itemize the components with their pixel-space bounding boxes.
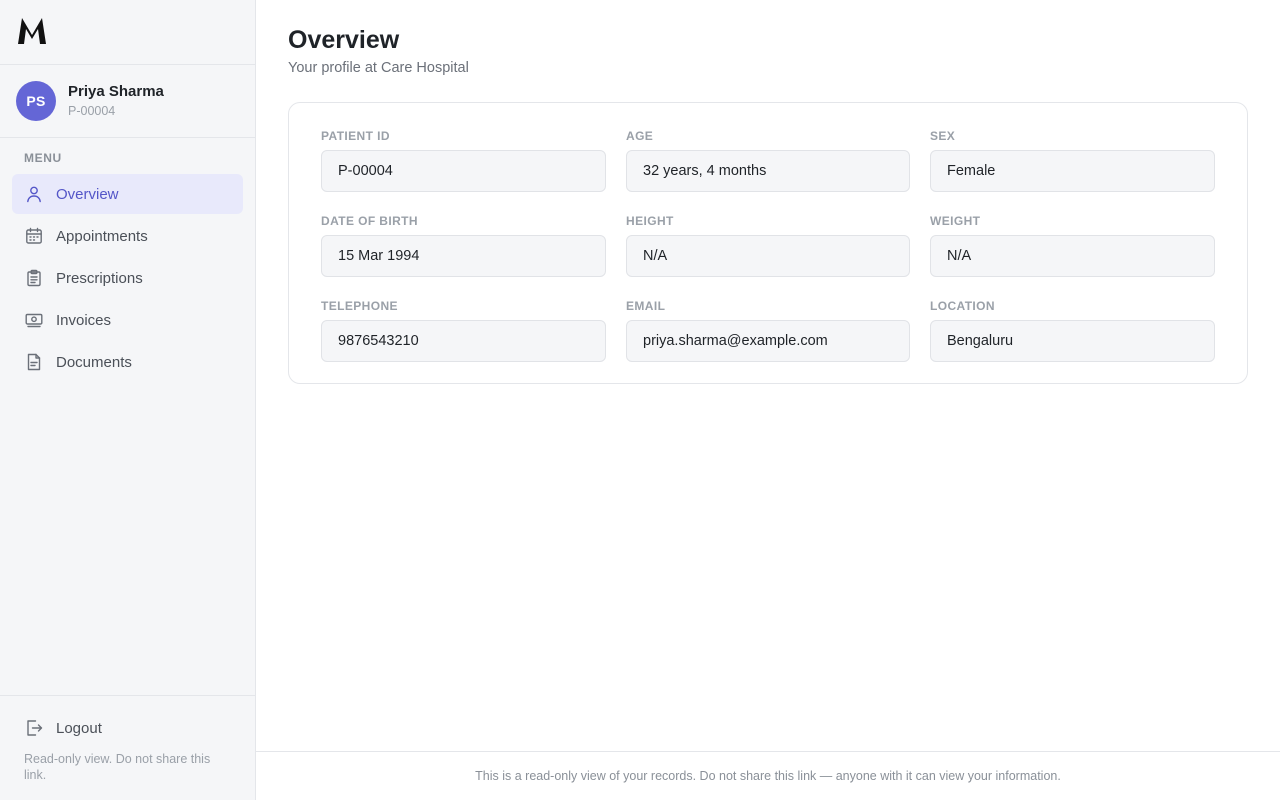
sidebar-footer: Logout Read-only view. Do not share this… xyxy=(0,695,255,800)
banknote-icon xyxy=(24,310,44,330)
age-value: 32 years, 4 months xyxy=(626,150,910,192)
field-weight: WEIGHT N/A xyxy=(930,212,1215,277)
field-label: AGE xyxy=(626,129,654,143)
sidebar-item-documents[interactable]: Documents xyxy=(12,342,243,382)
weight-value: N/A xyxy=(930,235,1215,277)
footer-notice: This is a read-only view of your records… xyxy=(256,751,1280,800)
sidebar-item-appointments[interactable]: Appointments xyxy=(12,216,243,256)
sidebar-item-overview[interactable]: Overview xyxy=(12,174,243,214)
field-patient-id: PATIENT ID P-00004 xyxy=(321,127,606,192)
sidebar-item-invoices[interactable]: Invoices xyxy=(12,300,243,340)
brand-m-logo-icon xyxy=(18,18,46,44)
clipboard-icon xyxy=(24,268,44,288)
sidebar-item-label: Documents xyxy=(56,353,132,371)
avatar: PS xyxy=(16,81,56,121)
sidebar-item-prescriptions[interactable]: Prescriptions xyxy=(12,258,243,298)
telephone-value: 9876543210 xyxy=(321,320,606,362)
field-label: DATE OF BIRTH xyxy=(321,214,418,228)
sidebar-note: Read-only view. Do not share this link. xyxy=(24,752,211,782)
user-profile: PS Priya Sharma P-00004 xyxy=(0,65,255,138)
field-label: WEIGHT xyxy=(930,214,981,228)
sidebar-item-label: Invoices xyxy=(56,311,112,329)
field-label: TELEPHONE xyxy=(321,299,398,313)
menu-label: MENU xyxy=(24,151,62,165)
user-name: Priya Sharma xyxy=(68,82,164,100)
field-email: EMAIL priya.sharma@example.com xyxy=(626,297,910,362)
email-value: priya.sharma@example.com xyxy=(626,320,910,362)
sidebar-item-label: Prescriptions xyxy=(56,269,143,287)
logout-icon xyxy=(24,718,44,738)
profile-fields: PATIENT ID P-00004 AGE 32 years, 4 month… xyxy=(321,127,1215,362)
page-subtitle: Your profile at Care Hospital xyxy=(288,60,469,76)
field-label: EMAIL xyxy=(626,299,666,313)
logo[interactable] xyxy=(0,0,255,65)
patient-id-value: P-00004 xyxy=(321,150,606,192)
user-icon xyxy=(24,184,44,204)
profile-card: PATIENT ID P-00004 AGE 32 years, 4 month… xyxy=(288,102,1248,384)
field-age: AGE 32 years, 4 months xyxy=(626,127,910,192)
field-date-of-birth: DATE OF BIRTH 15 Mar 1994 xyxy=(321,212,606,277)
calendar-icon xyxy=(24,226,44,246)
user-info: Priya Sharma P-00004 xyxy=(68,83,164,120)
page-title: Overview xyxy=(288,26,400,54)
field-label: SEX xyxy=(930,129,956,143)
document-icon xyxy=(24,352,44,372)
sidebar-item-label: Overview xyxy=(56,185,119,203)
user-id: P-00004 xyxy=(68,103,116,118)
sidebar-item-label: Appointments xyxy=(56,227,148,245)
sex-value: Female xyxy=(930,150,1215,192)
field-telephone: TELEPHONE 9876543210 xyxy=(321,297,606,362)
main-content: Overview Your profile at Care Hospital P… xyxy=(256,0,1280,800)
sidebar-nav: Overview Appointments Prescriptions Invo… xyxy=(0,174,255,382)
field-location: LOCATION Bengaluru xyxy=(930,297,1215,362)
sidebar: PS Priya Sharma P-00004 MENU Overview Ap… xyxy=(0,0,256,800)
logout-button[interactable]: Logout xyxy=(12,716,243,740)
field-label: PATIENT ID xyxy=(321,129,390,143)
field-sex: SEX Female xyxy=(930,127,1215,192)
field-label: HEIGHT xyxy=(626,214,674,228)
location-value: Bengaluru xyxy=(930,320,1215,362)
height-value: N/A xyxy=(626,235,910,277)
date-of-birth-value: 15 Mar 1994 xyxy=(321,235,606,277)
field-label: LOCATION xyxy=(930,299,995,313)
logout-label: Logout xyxy=(56,719,102,737)
field-height: HEIGHT N/A xyxy=(626,212,910,277)
